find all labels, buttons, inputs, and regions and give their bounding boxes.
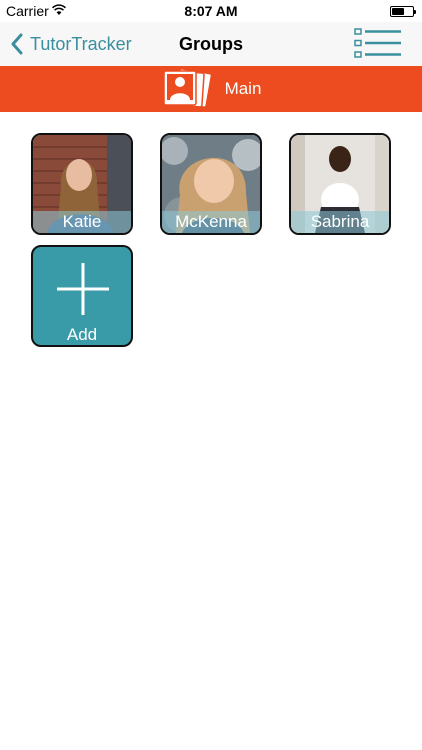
student-name: McKenna bbox=[162, 211, 260, 233]
student-name: Sabrina bbox=[291, 211, 389, 233]
status-bar: Carrier 8:07 AM bbox=[0, 0, 422, 22]
photos-icon bbox=[162, 68, 212, 108]
plus-icon bbox=[57, 263, 109, 315]
add-button-label: Add bbox=[66, 325, 98, 344]
student-tile-katie[interactable]: Katie bbox=[31, 133, 133, 235]
group-banner[interactable]: Main bbox=[0, 66, 422, 112]
student-tile-sabrina[interactable]: Sabrina bbox=[289, 133, 391, 235]
group-name-label: Main bbox=[224, 79, 262, 98]
add-student-button[interactable]: Add bbox=[31, 245, 133, 347]
list-menu-icon[interactable] bbox=[354, 27, 402, 59]
battery-icon bbox=[390, 6, 416, 17]
student-tile-mckenna[interactable]: McKenna bbox=[160, 133, 262, 235]
student-name: Katie bbox=[33, 211, 131, 233]
status-time: 8:07 AM bbox=[184, 3, 238, 19]
navigation-bar: TutorTracker Groups bbox=[0, 22, 422, 66]
